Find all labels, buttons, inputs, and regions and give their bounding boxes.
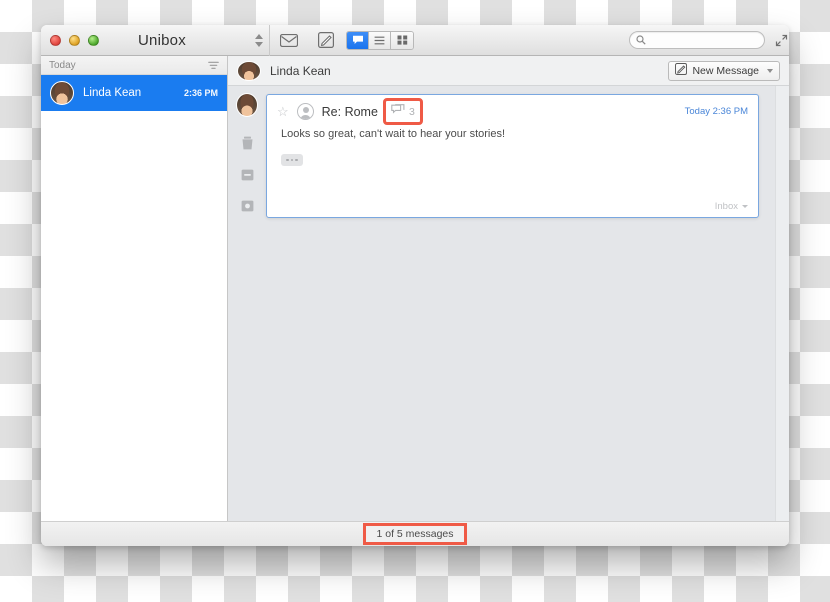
ellipsis-dot [290, 158, 294, 162]
ellipsis-icon[interactable] [281, 154, 303, 166]
mailbox-label: Inbox [714, 201, 738, 212]
avatar [50, 81, 74, 105]
trash-icon[interactable] [241, 136, 254, 150]
message-pane-body: ☆ Re: Rome 3 Today 2:36 PM Looks so grea… [228, 86, 789, 521]
message-body-text: Looks so great, can't wait to hear your … [281, 128, 506, 140]
toolbar-divider [269, 25, 270, 56]
window-body: Today Linda Kean 2:36 PM Linda Kean New … [41, 56, 789, 521]
envelope-icon[interactable] [279, 31, 299, 49]
sidebar-empty-area [41, 111, 227, 521]
stepper-down-icon [255, 41, 263, 47]
view-mode-segmented-control [346, 30, 414, 50]
sidebar-section-label: Today [49, 59, 76, 71]
avatar [237, 60, 261, 81]
thread-count-value: 3 [408, 105, 415, 118]
app-window: Unibox Today Linda Kean 2:36 PM Linda Ke… [41, 25, 789, 546]
toolbar-icon-group [279, 31, 336, 49]
message-date: Today 2:36 PM [684, 106, 748, 117]
sidebar-conversation-linda-kean[interactable]: Linda Kean 2:36 PM [41, 75, 227, 111]
view-mode-list[interactable] [369, 31, 391, 49]
window-titlebar: Unibox [41, 25, 789, 56]
mailbox-stepper[interactable] [254, 30, 264, 50]
compose-icon[interactable] [316, 31, 336, 49]
fullscreen-expand-icon[interactable] [775, 34, 788, 47]
minimize-button[interactable] [69, 34, 80, 46]
conversation-time: 2:36 PM [183, 88, 218, 98]
message-card[interactable]: ☆ Re: Rome 3 Today 2:36 PM Looks so grea… [266, 94, 759, 218]
new-message-label: New Message [692, 64, 759, 77]
conversation-sidebar: Today Linda Kean 2:36 PM [41, 56, 228, 521]
new-message-button[interactable]: New Message [668, 60, 780, 81]
search-icon [636, 35, 646, 45]
thread-count-badge[interactable]: 3 [382, 98, 423, 125]
message-subject: Re: Rome [321, 104, 378, 119]
message-count-status: 1 of 5 messages [363, 523, 467, 545]
search-input[interactable] [650, 34, 750, 46]
view-mode-grid[interactable] [391, 31, 413, 49]
message-pane-scrollbar[interactable] [775, 86, 789, 521]
view-mode-conversation[interactable] [347, 31, 369, 49]
status-bar: 1 of 5 messages [41, 521, 789, 546]
ellipsis-dot [295, 158, 298, 162]
message-sender-name: Linda Kean [270, 63, 331, 78]
message-card-header: ☆ Re: Rome 3 Today 2:36 PM [267, 95, 758, 128]
search-field[interactable] [629, 31, 765, 49]
star-outline-icon[interactable]: ☆ [277, 105, 289, 118]
message-pane: Linda Kean New Message ☆ Re: Rome 3 Toda… [228, 56, 789, 521]
conversation-sender-name: Linda Kean [83, 87, 142, 99]
sidebar-section-header: Today [41, 56, 227, 75]
close-button[interactable] [50, 34, 61, 46]
message-card-body: Looks so great, can't wait to hear your … [267, 128, 758, 166]
generic-contact-icon [296, 103, 314, 120]
stacked-bubbles-icon [391, 104, 405, 119]
ellipsis-dot [286, 158, 289, 162]
filter-icon[interactable] [208, 61, 219, 70]
traffic-light-group [50, 34, 99, 46]
chevron-down-icon[interactable] [767, 68, 773, 73]
chevron-down-icon [742, 205, 748, 208]
avatar [236, 93, 258, 117]
message-pane-header: Linda Kean New Message [228, 56, 789, 86]
zoom-button[interactable] [88, 34, 99, 46]
box-icon[interactable] [241, 200, 254, 212]
compose-icon [675, 63, 688, 78]
archive-icon[interactable] [241, 169, 254, 181]
stepper-up-icon [255, 33, 263, 39]
window-title: Unibox [138, 31, 186, 49]
message-action-rail [228, 86, 266, 521]
message-mailbox-selector[interactable]: Inbox [715, 201, 748, 212]
